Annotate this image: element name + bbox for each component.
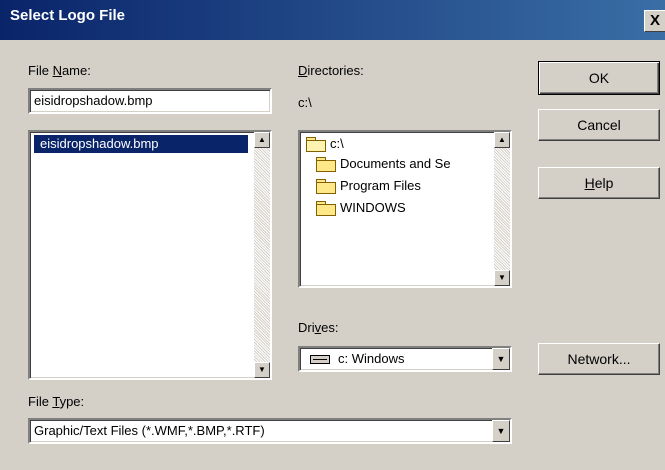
directory-tree-scrollbar[interactable]: ▲ ▼ <box>494 132 510 286</box>
open-folder-icon <box>306 137 326 152</box>
directory-item-documents[interactable]: Documents and Se <box>316 155 496 175</box>
drives-label: Drives: <box>298 320 339 335</box>
close-icon: X <box>649 12 660 29</box>
close-button[interactable]: X <box>644 10 665 32</box>
current-directory: c:\ <box>298 95 312 110</box>
select-logo-file-dialog: Select Logo File X File Name: eisidropsh… <box>0 0 665 470</box>
drive-icon <box>310 355 330 364</box>
help-button[interactable]: Help <box>538 167 660 199</box>
directory-item-root[interactable]: c:\ <box>306 135 486 155</box>
file-name-label: File Name: <box>28 63 91 78</box>
file-name-input[interactable]: eisidropshadow.bmp <box>28 88 272 114</box>
chevron-down-icon[interactable]: ▼ <box>492 348 510 370</box>
scroll-down-arrow-icon[interactable]: ▼ <box>494 270 510 286</box>
scroll-down-arrow-icon[interactable]: ▼ <box>254 362 270 378</box>
directory-item-program-files[interactable]: Program Files <box>316 177 496 197</box>
scroll-up-arrow-icon[interactable]: ▲ <box>494 132 510 148</box>
directory-item-label: WINDOWS <box>340 200 406 215</box>
file-name-input-value: eisidropshadow.bmp <box>34 93 153 108</box>
ok-button[interactable]: OK <box>538 61 660 95</box>
file-list-item-selected[interactable]: eisidropshadow.bmp <box>34 135 248 153</box>
folder-icon <box>316 179 336 194</box>
network-button[interactable]: Network... <box>538 343 660 375</box>
file-list[interactable]: eisidropshadow.bmp ▲ ▼ <box>28 130 272 380</box>
directory-item-label: Program Files <box>340 178 421 193</box>
directory-item-windows[interactable]: WINDOWS <box>316 199 496 219</box>
title-bar[interactable]: Select Logo File X <box>0 0 665 40</box>
directories-label: Directories: <box>298 63 364 78</box>
scroll-up-arrow-icon[interactable]: ▲ <box>254 132 270 148</box>
directory-item-label: c:\ <box>330 136 344 151</box>
directory-tree[interactable]: c:\ Documents and Se Program Files WINDO… <box>298 130 512 288</box>
chevron-down-icon[interactable]: ▼ <box>492 420 510 442</box>
file-type-label: File Type: <box>28 394 85 409</box>
file-list-item-label: eisidropshadow.bmp <box>40 136 159 151</box>
drives-dropdown[interactable]: c: Windows ▼ <box>298 346 512 372</box>
folder-icon <box>316 201 336 216</box>
directory-item-label: Documents and Se <box>340 156 451 171</box>
drives-selected: c: Windows <box>338 351 405 366</box>
dialog-title: Select Logo File <box>10 7 126 24</box>
cancel-button[interactable]: Cancel <box>538 109 660 141</box>
file-type-dropdown[interactable]: Graphic/Text Files (*.WMF,*.BMP,*.RTF) ▼ <box>28 418 512 444</box>
file-list-scrollbar[interactable]: ▲ ▼ <box>254 132 270 378</box>
folder-icon <box>316 157 336 172</box>
file-type-selected: Graphic/Text Files (*.WMF,*.BMP,*.RTF) <box>34 423 265 438</box>
